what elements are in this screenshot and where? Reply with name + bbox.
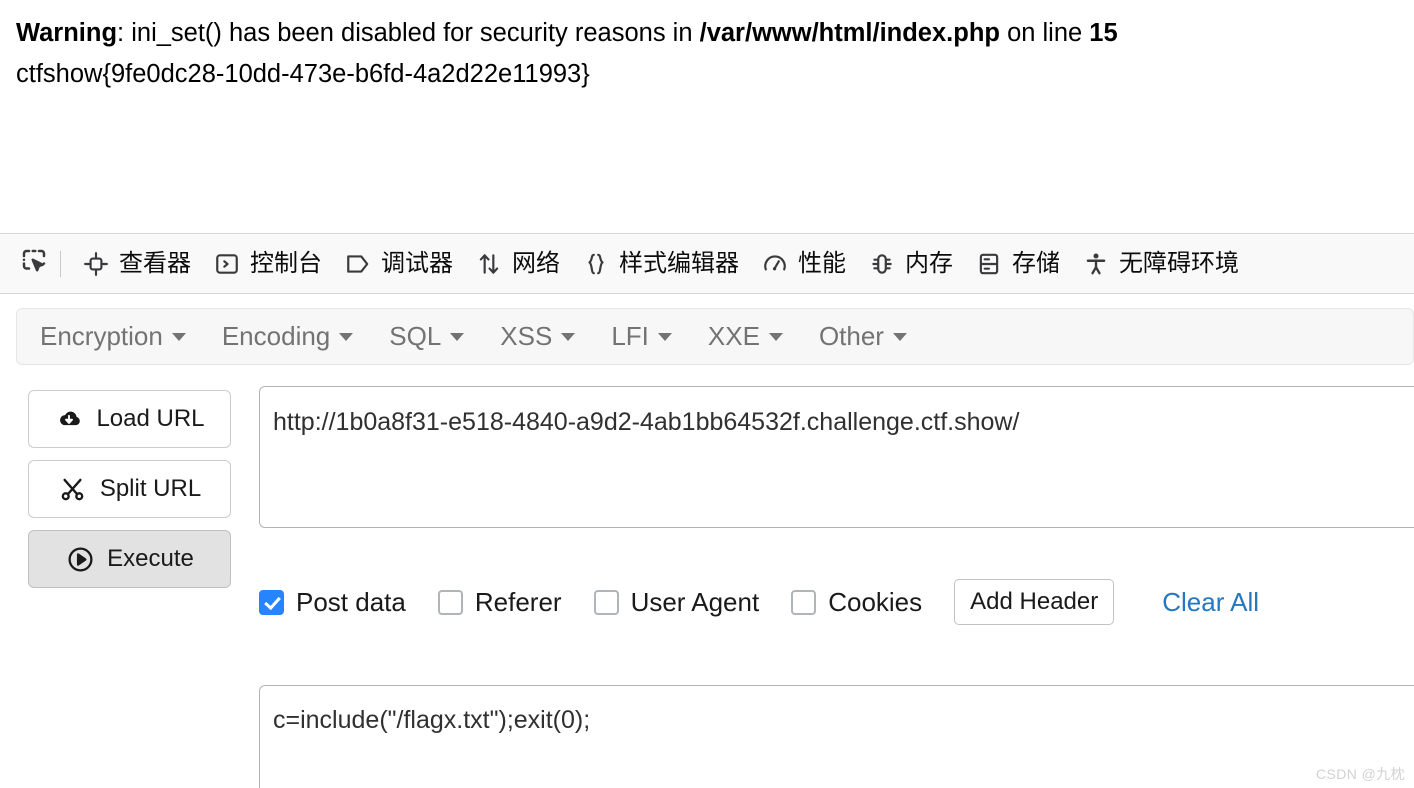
devtools-tab-memory-label: 内存 xyxy=(905,249,953,277)
devtools-tab-performance-label: 性能 xyxy=(798,249,846,277)
post-data-checkbox[interactable] xyxy=(259,589,284,615)
element-picker-button[interactable] xyxy=(14,244,54,284)
chevron-down-icon xyxy=(768,333,783,341)
menu-xxe-label: XXE xyxy=(707,321,760,351)
menu-xxe[interactable]: XXE xyxy=(708,321,783,352)
option-referer[interactable]: Referer xyxy=(437,586,562,618)
warning-message: ini_set() has been disabled for security… xyxy=(131,19,700,47)
menu-xss-label: XSS xyxy=(500,321,553,351)
console-icon xyxy=(213,250,241,278)
toolbar-divider xyxy=(60,250,61,277)
devtools-tab-performance[interactable]: 性能 xyxy=(750,246,857,282)
devtools-tab-storage[interactable]: 存储 xyxy=(964,246,1071,282)
devtools-tab-style-editor[interactable]: 样式编辑器 xyxy=(571,246,750,282)
chevron-down-icon xyxy=(657,333,672,341)
devtools-tab-debugger[interactable]: 调试器 xyxy=(333,246,464,282)
option-cookies-label: Cookies xyxy=(828,586,923,617)
post-data-input[interactable]: c=include("/flagx.txt");exit(0); xyxy=(259,685,1414,788)
option-referer-label: Referer xyxy=(474,586,562,617)
add-header-button[interactable]: Add Header xyxy=(954,579,1115,625)
devtools-tab-memory[interactable]: 内存 xyxy=(857,246,964,282)
ctf-flag-text: ctfshow{9fe0dc28-10dd-473e-b6fd-4a2d22e1… xyxy=(16,60,590,88)
devtools-toolbar: 查看器 控制台 调试器 网络 样式编辑器 性能 内存 存储 无障碍环境 xyxy=(0,233,1414,294)
devtools-tab-debugger-label: 调试器 xyxy=(381,249,453,277)
chevron-down-icon xyxy=(561,333,576,341)
element-picker-icon xyxy=(19,246,49,281)
menu-encryption[interactable]: Encryption xyxy=(40,321,186,352)
cookies-checkbox[interactable] xyxy=(791,589,817,615)
menu-encoding-label: Encoding xyxy=(221,321,331,351)
debugger-icon xyxy=(344,250,372,278)
chevron-down-icon xyxy=(339,333,354,341)
chevron-down-icon xyxy=(171,333,186,341)
user-agent-checkbox[interactable] xyxy=(593,589,619,615)
option-cookies[interactable]: Cookies xyxy=(791,587,922,618)
devtools-tab-style-editor-label: 样式编辑器 xyxy=(619,249,739,277)
php-warning-line: Warning: ini_set() has been disabled for… xyxy=(16,16,1406,50)
split-url-button-label: Split URL xyxy=(99,475,202,502)
style-editor-icon xyxy=(582,250,610,278)
clear-all-link[interactable]: Clear All xyxy=(1162,587,1259,618)
menu-lfi-label: LFI xyxy=(611,321,649,351)
devtools-tab-accessibility-label: 无障碍环境 xyxy=(1119,249,1239,277)
menu-encryption-label: Encryption xyxy=(40,321,163,351)
menu-encoding[interactable]: Encoding xyxy=(221,321,354,352)
hackbar-menubar: Encryption Encoding SQL XSS LFI XXE Othe… xyxy=(16,308,1414,365)
referer-checkbox[interactable] xyxy=(437,589,463,615)
warning-on-line-text: on line xyxy=(999,19,1090,47)
memory-icon xyxy=(868,250,896,278)
accessibility-icon xyxy=(1082,250,1110,278)
execute-button[interactable]: Execute xyxy=(28,530,231,588)
chevron-down-icon xyxy=(892,333,907,341)
menu-lfi[interactable]: LFI xyxy=(611,321,672,352)
load-url-button[interactable]: Load URL xyxy=(28,390,231,448)
menu-xss[interactable]: XSS xyxy=(500,321,576,352)
devtools-tab-console-label: 控制台 xyxy=(250,249,322,277)
scissors-icon xyxy=(58,474,88,504)
browser-page: Warning: ini_set() has been disabled for… xyxy=(0,0,1414,788)
option-post-data-label: Post data xyxy=(296,586,406,617)
hackbar-action-buttons: Load URL Split URL Execute xyxy=(28,390,231,600)
play-circle-icon xyxy=(65,544,95,574)
split-url-button[interactable]: Split URL xyxy=(28,460,231,518)
devtools-tab-inspector[interactable]: 查看器 xyxy=(71,246,202,282)
option-user-agent-label: User Agent xyxy=(630,586,760,617)
menu-sql[interactable]: SQL xyxy=(389,321,465,352)
devtools-tab-network-label: 网络 xyxy=(512,249,560,277)
load-url-button-label: Load URL xyxy=(96,405,205,432)
cloud-download-icon xyxy=(54,404,84,434)
request-options-row: Post data Referer User Agent Cookies Add… xyxy=(259,578,1259,626)
network-icon xyxy=(475,250,503,278)
inspector-icon xyxy=(82,250,110,278)
devtools-tab-storage-label: 存储 xyxy=(1012,249,1060,277)
csdn-watermark: CSDN @九枕 xyxy=(1316,766,1405,782)
devtools-tab-console[interactable]: 控制台 xyxy=(202,246,333,282)
performance-icon xyxy=(761,250,789,278)
devtools-tab-accessibility[interactable]: 无障碍环境 xyxy=(1071,246,1250,282)
warning-separator: : xyxy=(117,19,132,47)
url-input[interactable]: http://1b0a8f31-e518-4840-a9d2-4ab1bb645… xyxy=(259,386,1414,528)
menu-other-label: Other xyxy=(818,321,884,351)
menu-other[interactable]: Other xyxy=(819,321,907,352)
storage-icon xyxy=(975,250,1003,278)
execute-button-label: Execute xyxy=(107,545,194,572)
devtools-tab-network[interactable]: 网络 xyxy=(464,246,571,282)
option-user-agent[interactable]: User Agent xyxy=(593,586,760,618)
warning-label: Warning xyxy=(16,19,118,47)
chevron-down-icon xyxy=(450,333,465,341)
warning-line-number: 15 xyxy=(1089,19,1118,47)
devtools-tab-inspector-label: 查看器 xyxy=(119,249,191,277)
option-post-data[interactable]: Post data xyxy=(259,587,406,618)
menu-sql-label: SQL xyxy=(389,321,442,351)
warning-file-path: /var/www/html/index.php xyxy=(699,19,1000,47)
